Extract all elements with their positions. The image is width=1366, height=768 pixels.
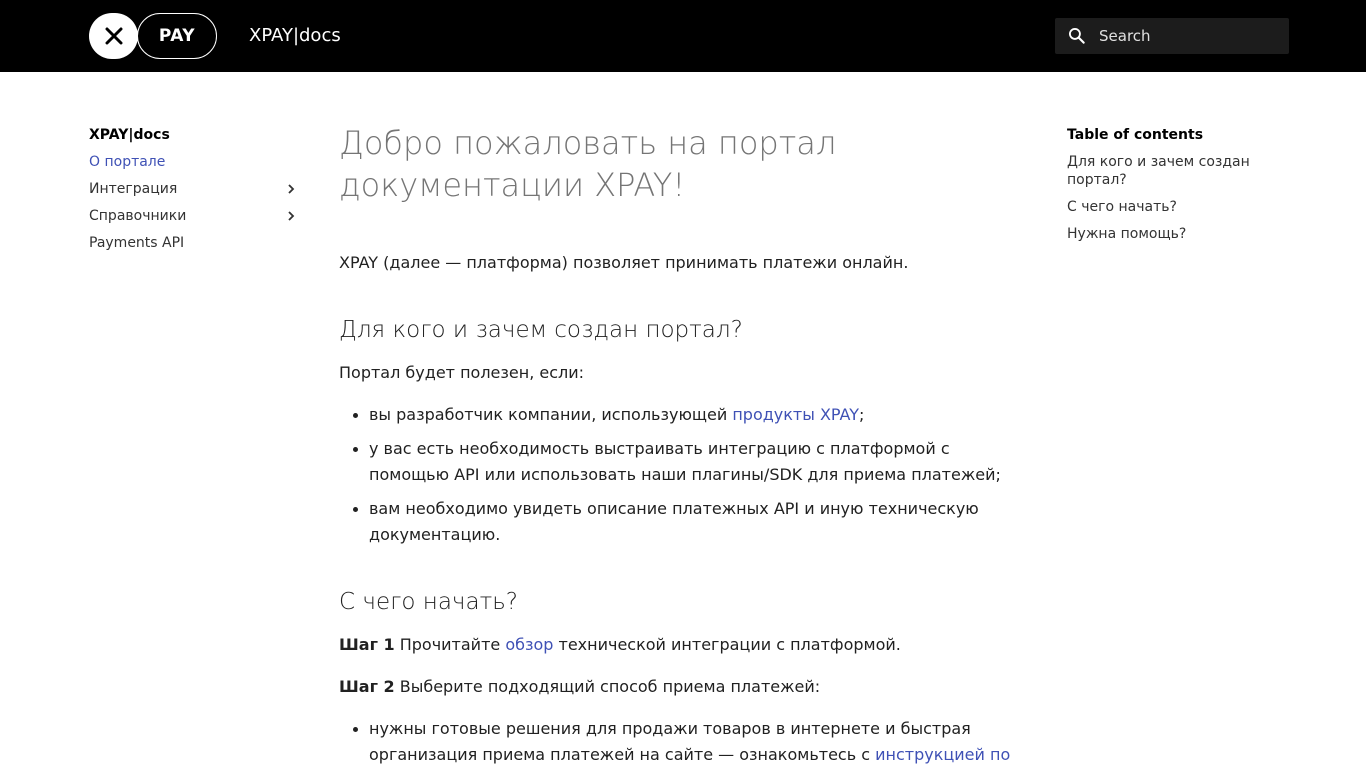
toc-title: Table of contents bbox=[1067, 127, 1204, 143]
sidebar-nav: XPAY|docs О портале Интеграция Справочни… bbox=[89, 126, 299, 261]
x-mark-icon bbox=[105, 27, 122, 45]
instruction-link[interactable]: инструкцией по bbox=[875, 745, 1010, 764]
page-title: Добро пожаловать на портал документации … bbox=[339, 124, 837, 204]
logo-pay[interactable]: PAY bbox=[137, 13, 217, 59]
table-of-contents: Table of contents Для кого и зачем созда… bbox=[1067, 126, 1267, 252]
step-1-paragraph: Шаг 1 Прочитайте обзор технической интег… bbox=[339, 632, 1029, 658]
audience-list: вы разработчик компании, использующей пр… bbox=[339, 402, 1029, 548]
step-text: Выберите подходящий способ приема платеж… bbox=[394, 677, 821, 696]
section-heading-audience: Для кого и зачем создан портал? bbox=[339, 317, 743, 343]
main-content: Добро пожаловать на портал документации … bbox=[339, 122, 1029, 768]
sidebar-item-label: Справочники bbox=[89, 208, 187, 224]
list-item: у вас есть необходимость выстраивать инт… bbox=[339, 436, 1029, 488]
nav-title[interactable]: XPAY|docs bbox=[89, 126, 299, 144]
sidebar-item-label: Payments API bbox=[89, 235, 185, 251]
step-text: технической интеграции с платформой. bbox=[553, 635, 901, 654]
search-input[interactable] bbox=[1099, 18, 1284, 54]
top-header: PAY XPAY|docs bbox=[0, 0, 1366, 72]
list-item: вы разработчик компании, использующей пр… bbox=[339, 402, 1029, 428]
payment-methods-list: нужны готовые решения для продажи товаро… bbox=[339, 716, 1029, 768]
step-2-paragraph: Шаг 2 Выберите подходящий способ приема … bbox=[339, 674, 1029, 700]
step-label: Шаг 2 bbox=[339, 677, 395, 696]
list-item: вам необходимо увидеть описание платежны… bbox=[339, 496, 1029, 548]
list-item-text: ; bbox=[859, 405, 865, 424]
site-title[interactable]: XPAY|docs bbox=[249, 24, 341, 48]
section-heading-start: С чего начать? bbox=[339, 589, 518, 615]
sidebar-item-label: О портале bbox=[89, 154, 166, 170]
intro-paragraph: XPAY (далее — платформа) позволяет прини… bbox=[339, 253, 909, 272]
chevron-right-icon[interactable] bbox=[283, 208, 299, 224]
products-link[interactable]: продукты XPAY bbox=[732, 405, 859, 424]
step-label: Шаг 1 bbox=[339, 635, 395, 654]
toc-item-help[interactable]: Нужна помощь? bbox=[1067, 225, 1267, 243]
list-item: нужны готовые решения для продажи товаро… bbox=[339, 716, 1029, 768]
sidebar-item-label: Интеграция bbox=[89, 181, 178, 197]
search-box[interactable] bbox=[1055, 18, 1289, 54]
overview-link[interactable]: обзор bbox=[505, 635, 553, 654]
search-icon[interactable] bbox=[1067, 26, 1087, 46]
toc-item-audience[interactable]: Для кого и зачем создан портал? bbox=[1067, 153, 1267, 189]
logo-x-icon[interactable] bbox=[89, 13, 138, 59]
sidebar-item-references[interactable]: Справочники bbox=[89, 207, 299, 225]
sidebar-item-payments-api[interactable]: Payments API bbox=[89, 234, 299, 252]
sidebar-item-about[interactable]: О портале bbox=[89, 153, 299, 171]
chevron-right-icon[interactable] bbox=[283, 181, 299, 197]
list-item-text: вы разработчик компании, использующей bbox=[369, 405, 733, 424]
step-text: Прочитайте bbox=[394, 635, 506, 654]
sidebar-item-integration[interactable]: Интеграция bbox=[89, 180, 299, 198]
toc-item-start[interactable]: С чего начать? bbox=[1067, 198, 1267, 216]
audience-lead: Портал будет полезен, если: bbox=[339, 363, 585, 382]
